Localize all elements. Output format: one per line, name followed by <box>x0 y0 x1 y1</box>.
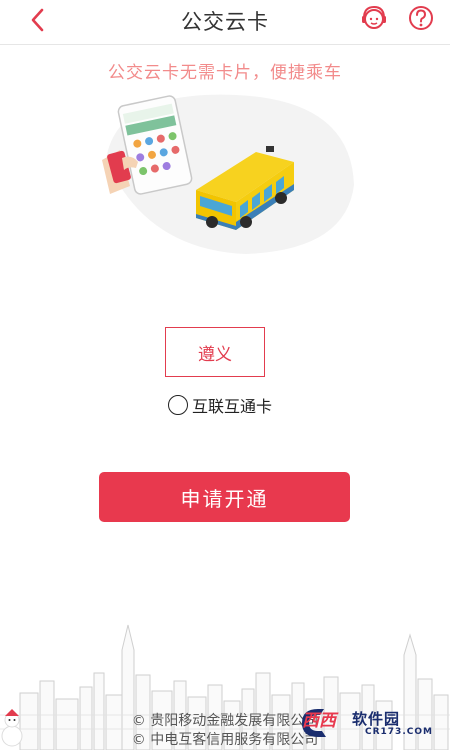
city-select-button[interactable]: 遵义 <box>165 327 265 377</box>
apply-open-button[interactable]: 申请开通 <box>99 472 350 522</box>
bus-phone-illustration <box>102 94 354 255</box>
watermark-text: 软件园 <box>352 710 401 728</box>
interconnect-card-option[interactable]: 互联互通卡 <box>168 393 272 417</box>
slogan-text: 公交云卡无需卡片，便捷乘车 <box>108 63 342 83</box>
customer-service-icon[interactable] <box>358 2 390 34</box>
top-bar: 公交云卡 <box>0 0 450 45</box>
watermark-brand: 西西 <box>302 711 336 731</box>
interconnect-radio[interactable] <box>168 395 188 415</box>
question-circle-icon[interactable] <box>405 2 437 34</box>
interconnect-label: 互联互通卡 <box>192 397 273 416</box>
watermark-subtext: CR173.COM <box>365 727 433 737</box>
